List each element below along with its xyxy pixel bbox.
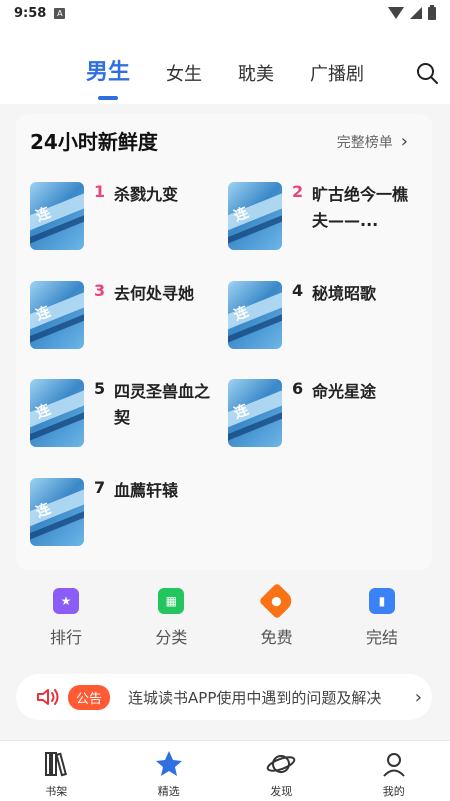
book-complete-icon: ▮ <box>368 588 395 614</box>
nav-label: 我的 <box>382 785 405 798</box>
book-cover: 连 <box>228 182 282 250</box>
search-icon[interactable] <box>416 62 438 84</box>
quick-link-completed[interactable]: ▮ 完结 <box>350 588 414 658</box>
top-header: 男生 女生 耽美 广播剧 <box>0 26 450 104</box>
quick-link-free[interactable]: ● 免费 <box>245 582 309 658</box>
quick-link-label: 完结 <box>365 628 398 647</box>
quick-links: ★ 排行 ▦ 分类 ● 免费 ▮ 完结 <box>16 582 432 658</box>
category-tabs: 男生 女生 耽美 广播剧 <box>86 54 400 100</box>
ranking-icon: ★ <box>53 588 79 614</box>
star-icon <box>155 751 182 776</box>
nav-discover[interactable]: 发现 <box>225 741 338 801</box>
book-rank: 7 <box>94 478 106 497</box>
book-item[interactable]: 连 6 命光星途 <box>228 379 424 459</box>
ranking-title: 24小时新鲜度 <box>30 130 158 154</box>
book-item[interactable]: 连 5 四灵圣兽血之契 <box>30 379 226 459</box>
category-icon: ▦ <box>158 588 185 614</box>
book-rank: 6 <box>292 379 304 398</box>
nav-label: 书架 <box>45 785 68 798</box>
book-rank: 1 <box>94 182 106 201</box>
book-title: 去何处寻她 <box>114 284 195 303</box>
ranking-card: 24小时新鲜度 完整榜单 › 连 1 杀戮九变 连 2 旷古绝今一樵夫——...… <box>16 114 432 570</box>
planet-icon <box>266 755 296 773</box>
book-rank: 5 <box>94 379 106 398</box>
book-item[interactable]: 连 4 秘境昭歌 <box>228 281 424 361</box>
book-rank: 3 <box>94 281 106 300</box>
book-item[interactable]: 连 1 杀戮九变 <box>30 182 226 262</box>
tab-label: 男生 <box>86 60 131 85</box>
book-item[interactable]: 连 3 去何处寻她 <box>30 281 226 361</box>
nav-featured[interactable]: 精选 <box>113 741 226 801</box>
quick-link-ranking[interactable]: ★ 排行 <box>34 588 98 658</box>
book-title: 血薦轩辕 <box>114 481 179 500</box>
tab-label: 女生 <box>166 64 203 85</box>
book-title: 旷古绝今一樵夫——... <box>312 185 409 230</box>
profile-icon <box>383 753 405 777</box>
signal-icon <box>410 7 422 19</box>
book-rank: 2 <box>292 182 304 201</box>
quick-link-label: 排行 <box>49 628 82 647</box>
book-title: 杀戮九变 <box>114 185 179 204</box>
tab-label: 耽美 <box>238 64 275 85</box>
tab-radio-drama[interactable]: 广播剧 <box>310 60 364 86</box>
free-tag-icon: ● <box>258 582 296 620</box>
speaker-icon <box>37 689 59 705</box>
nav-label: 精选 <box>157 785 180 798</box>
book-cover: 连 <box>228 379 282 447</box>
chevron-right-icon: › <box>414 686 422 708</box>
nav-profile[interactable]: 我的 <box>338 741 450 801</box>
bookshelf-icon <box>45 752 68 777</box>
quick-link-label: 分类 <box>155 628 188 647</box>
book-title: 秘境昭歌 <box>312 284 377 303</box>
announcement-text: 连城读书APP使用中遇到的问题及解决 <box>128 688 382 707</box>
book-title: 命光星途 <box>312 382 377 401</box>
bottom-navigation: 书架 精选 发现 我的 <box>0 740 450 801</box>
book-cover: 连 <box>30 182 84 250</box>
tab-male[interactable]: 男生 <box>86 54 131 100</box>
full-ranking-link[interactable]: 完整榜单 › <box>337 132 408 152</box>
book-rank: 4 <box>292 281 304 300</box>
announcement-bar[interactable]: 公告 连城读书APP使用中遇到的问题及解决 › <box>16 674 432 720</box>
book-item[interactable]: 连 2 旷古绝今一樵夫——... <box>228 182 424 262</box>
tab-danmei[interactable]: 耽美 <box>238 60 274 86</box>
status-indicators <box>388 4 436 20</box>
quick-link-label: 免费 <box>260 628 293 647</box>
book-item[interactable]: 连 7 血薦轩辕 <box>30 478 226 558</box>
book-title: 四灵圣兽血之契 <box>114 382 211 427</box>
quick-link-category[interactable]: ▦ 分类 <box>139 588 203 658</box>
book-cover: 连 <box>228 281 282 349</box>
status-time: 9:58 <box>14 5 47 21</box>
tab-female[interactable]: 女生 <box>166 60 202 86</box>
nav-label: 发现 <box>270 785 293 798</box>
tab-label: 广播剧 <box>310 64 365 85</box>
app-notification-icon: A <box>54 7 66 19</box>
active-tab-indicator <box>98 96 118 100</box>
chevron-right-icon: › <box>400 131 408 152</box>
book-cover: 连 <box>30 478 84 546</box>
announcement-badge: 公告 <box>68 684 111 710</box>
battery-icon <box>428 4 436 20</box>
book-cover: 连 <box>30 281 84 349</box>
nav-bookshelf[interactable]: 书架 <box>0 741 113 801</box>
status-bar: 9:58 A <box>0 0 450 26</box>
wifi-icon <box>388 7 404 19</box>
book-cover: 连 <box>30 379 84 447</box>
full-ranking-label: 完整榜单 <box>336 135 393 151</box>
